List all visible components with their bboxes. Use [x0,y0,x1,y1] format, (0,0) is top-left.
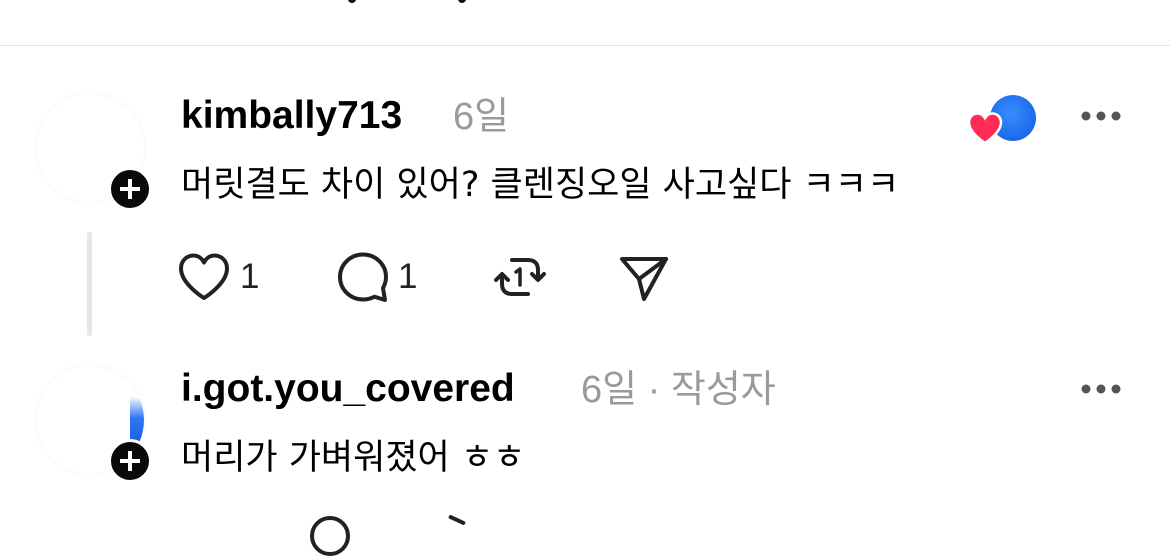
follow-plus-icon[interactable] [108,439,152,483]
fragment-glyph [458,0,466,3]
section-divider [0,45,1170,46]
comment-time: 6일 · 작성자 [581,367,776,413]
comment-text: 머릿결도 차이 있어? 클렌징오일 사고싶다 ㅋㅋㅋ [181,165,900,205]
comment-bubble-icon [338,252,388,302]
fragment-glyph [348,0,356,3]
time-label: 6일 [581,369,638,411]
heart-icon [967,112,1003,145]
more-options-icon[interactable] [1077,101,1125,131]
like-count: 1 [240,257,260,296]
comment-text: 머리가 가벼워졌어 ㅎㅎ [181,438,526,478]
reaction-avatars[interactable] [964,93,1042,145]
comment-bubble-icon [310,516,350,556]
more-options-icon[interactable] [1077,374,1125,404]
like-button[interactable]: 1 [176,244,259,310]
reply-button[interactable]: 1 [336,244,417,310]
comment-username[interactable]: kimbally713 [181,93,402,139]
author-badge: · 작성자 [647,369,776,411]
thread-line [87,232,92,336]
comment-time: 6일 [453,94,509,140]
previous-post-fragment [0,0,1170,46]
follow-plus-icon[interactable] [108,167,152,211]
time-label: 6일 [453,96,510,138]
reply-count: 1 [398,257,418,296]
repost-button[interactable] [492,244,548,310]
repost-icon [494,258,546,296]
comment-username[interactable]: i.got.you_covered [181,366,515,412]
heart-outline-icon [179,253,229,300]
send-icon [620,257,668,301]
share-button[interactable] [616,244,672,310]
send-icon [447,514,467,526]
